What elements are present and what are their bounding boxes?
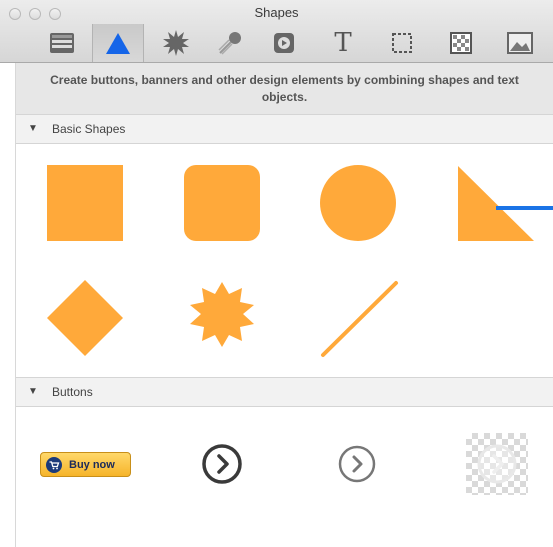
circle-shape[interactable]	[320, 165, 396, 241]
transparent-chevron-button[interactable]	[466, 433, 528, 495]
dark-chevron-button[interactable]	[201, 443, 243, 485]
buy-now-label: Buy now	[69, 458, 115, 471]
gray-chevron-button[interactable]	[337, 444, 377, 484]
disclosure-triangle-icon[interactable]: ▼	[28, 378, 38, 406]
section-label: Buttons	[52, 385, 93, 399]
starburst-shape[interactable]	[190, 282, 254, 347]
line-shape[interactable]	[321, 281, 398, 357]
drag-insertion-indicator	[496, 206, 553, 210]
right-triangle-shape[interactable]	[458, 166, 534, 241]
square-shape[interactable]	[47, 165, 123, 241]
rounded-square-shape[interactable]	[184, 165, 260, 241]
chevron-circle-icon	[477, 444, 517, 484]
diamond-shape[interactable]	[47, 280, 123, 356]
shapes-window: Shapes T Create buttons, banners and oth…	[0, 0, 553, 547]
buy-now-button[interactable]: Buy now	[40, 452, 131, 477]
cart-icon	[46, 456, 62, 473]
section-header-buttons[interactable]: ▼ Buttons	[16, 377, 553, 407]
